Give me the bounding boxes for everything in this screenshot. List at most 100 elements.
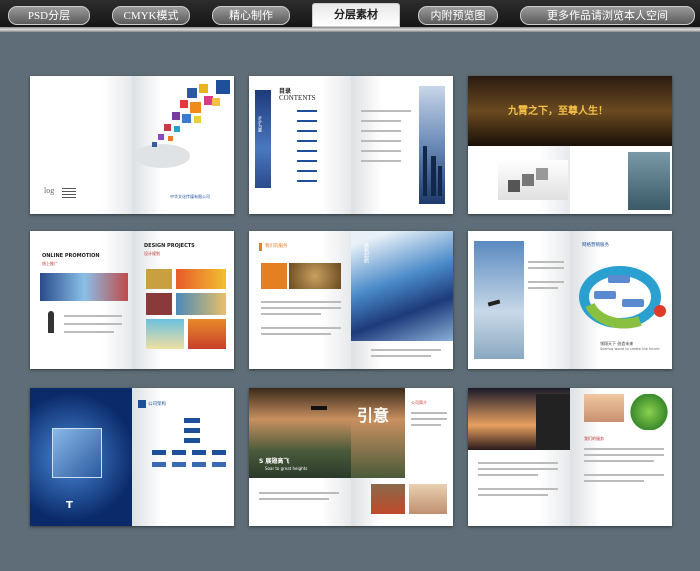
spread7-left: T — [30, 388, 132, 526]
text-line — [361, 150, 401, 152]
text-line — [584, 448, 664, 450]
org-node — [184, 438, 200, 443]
brochure-spread-1[interactable]: log 中华文化传媒有限公司 — [30, 76, 234, 214]
spread6-right: 网络营销服务 领翔天下 创造未来 Soaring world to create… — [570, 231, 672, 369]
section-title: 公司架构 — [148, 402, 166, 407]
text-line — [528, 261, 564, 263]
cover-vertical-text: 步步为赢 — [258, 116, 263, 132]
banner-divider — [0, 27, 700, 32]
text-line — [361, 120, 401, 122]
tagline-en: Soar to great heights — [265, 466, 308, 471]
text-line — [371, 349, 441, 351]
caption-en: Soaring world to create the future — [600, 347, 660, 351]
spread9-left — [468, 388, 570, 526]
text-line — [371, 355, 431, 357]
text-line — [411, 424, 441, 426]
brochure-spread-2[interactable]: 步步为赢 目录 CONTENTS — [249, 76, 453, 214]
spread3-left — [468, 146, 570, 214]
text-line — [261, 313, 321, 315]
tab-layered[interactable]: 分层素材 — [312, 3, 400, 27]
top-banner: PSD分层 CMYK模式 精心制作 分层素材 内附预览图 更多作品请浏览本人空间 — [0, 0, 700, 32]
org-node — [184, 418, 200, 423]
spread1-right: 中华文化传媒有限公司 — [132, 76, 234, 214]
logo-text: log — [44, 186, 55, 195]
tab-psd[interactable]: PSD分层 — [8, 6, 90, 25]
text-line — [584, 454, 664, 456]
man-figure — [48, 311, 54, 333]
brochure-spread-4[interactable]: ONLINE PROMOTION 线上推广 DESIGN PROJECTS 设计… — [30, 231, 234, 369]
spread4-left: ONLINE PROMOTION 线上推广 — [30, 231, 132, 369]
hands-image — [409, 484, 447, 514]
tab-preview[interactable]: 内附预览图 — [418, 6, 498, 25]
green-heart-image — [630, 394, 668, 430]
text-line — [64, 315, 122, 317]
brochure-spread-3[interactable]: 九霄之下，至尊人生！ — [468, 76, 672, 214]
text-line — [64, 331, 114, 333]
text-line — [478, 474, 538, 476]
org-node — [192, 462, 206, 467]
text-line — [259, 492, 339, 494]
corner-letter: T — [66, 500, 73, 511]
spread9-right: 我们的服务 — [570, 388, 672, 526]
spread8-right: 引意 公司简介 — [351, 388, 453, 526]
text-line — [261, 301, 341, 303]
text-line — [261, 327, 341, 329]
org-node — [152, 450, 166, 455]
tab-crafted[interactable]: 精心制作 — [212, 6, 290, 25]
org-node — [172, 462, 186, 467]
contents-title: CONTENTS — [279, 94, 316, 102]
spread5-left: 我们的服务 — [249, 231, 351, 369]
cube — [536, 168, 548, 180]
text-line — [361, 140, 401, 142]
spread2-right — [351, 76, 453, 214]
toc-line — [297, 140, 317, 142]
company-name: 中华文化传媒有限公司 — [170, 194, 210, 199]
text-line — [361, 130, 401, 132]
tab-more[interactable]: 更多作品请浏览本人空间 — [520, 6, 695, 25]
tab-cmyk[interactable]: CMYK模式 — [112, 6, 190, 25]
spread2-left: 步步为赢 目录 CONTENTS — [249, 76, 351, 214]
brochure-spread-9[interactable]: 我们的服务 — [468, 388, 672, 526]
text-line — [478, 468, 558, 470]
spread7-right: 公司架构 — [132, 388, 234, 526]
toc-line — [297, 170, 317, 172]
design-projects-title: DESIGN PROJECTS — [144, 243, 195, 249]
seagull-image — [628, 152, 670, 210]
org-node — [192, 450, 206, 455]
org-node — [212, 462, 226, 467]
online-promotion-title: ONLINE PROMOTION — [42, 253, 100, 259]
spread8-left: S 展翅高飞 Soar to great heights — [249, 388, 351, 526]
text-line — [478, 488, 558, 490]
caption: 领翔天下 创造未来 — [600, 341, 634, 346]
stamp-image — [371, 484, 405, 514]
brochure-spread-7[interactable]: T 公司架构 — [30, 388, 234, 526]
brand-title: 引意 — [357, 408, 390, 425]
text-line — [361, 110, 411, 112]
eagle — [311, 406, 327, 410]
text-line — [411, 412, 447, 414]
toc-line — [297, 150, 317, 152]
spread1-left: log — [30, 76, 132, 214]
org-node — [172, 450, 186, 455]
brochure-spread-6[interactable]: 网络营销服务 领翔天下 创造未来 Soaring world to create… — [468, 231, 672, 369]
gears-image — [289, 263, 341, 289]
text-line — [261, 307, 341, 309]
sail-vertical-text: 扬帆起航 — [363, 243, 369, 263]
tower — [431, 156, 436, 196]
org-node — [152, 462, 166, 467]
thumb-poster — [176, 269, 226, 289]
text-line — [584, 480, 644, 482]
brochure-spread-8[interactable]: S 展翅高飞 Soar to great heights 引意 公司简介 — [249, 388, 453, 526]
toc-line — [297, 160, 317, 162]
text-line — [259, 498, 329, 500]
brochure-spread-5[interactable]: 我们的服务 扬帆起航 — [249, 231, 453, 369]
orange-block — [261, 263, 287, 289]
cliff — [536, 394, 570, 450]
text-line — [361, 160, 401, 162]
cube — [522, 174, 534, 186]
cube — [508, 180, 520, 192]
rubik-cube-image — [52, 428, 102, 478]
text-line — [478, 462, 558, 464]
text-line — [64, 323, 122, 325]
online-promotion-cn: 线上推广 — [42, 261, 58, 266]
